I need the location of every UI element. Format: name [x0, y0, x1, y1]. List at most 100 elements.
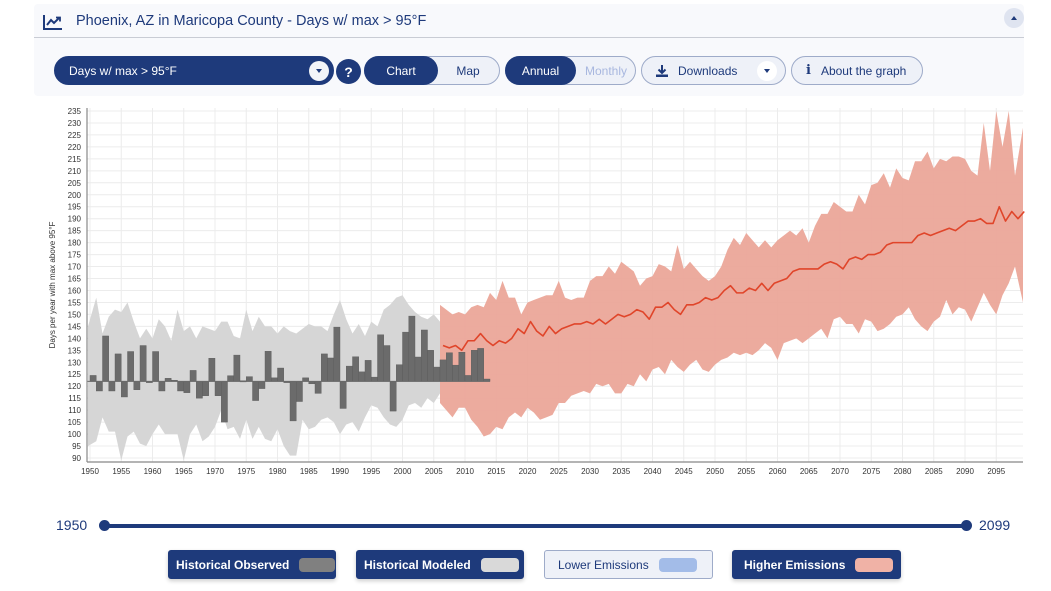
legend-swatch: [480, 557, 519, 572]
x-tick-label: 1975: [237, 467, 255, 476]
chart-area: 90 95 100 105 110 115 120 125 130 135 140 145 150 155…: [0, 100, 1051, 480]
y-tick-label: 210: [68, 167, 82, 176]
y-tick-label: 175: [68, 251, 82, 260]
observed-bar: [177, 381, 184, 392]
observed-bar: [439, 359, 447, 382]
observed-bar: [264, 351, 272, 382]
x-tick-label: 2000: [394, 467, 412, 476]
tab-monthly[interactable]: Monthly: [576, 57, 636, 84]
x-tick-label: 1985: [300, 467, 318, 476]
x-tick-label: 2085: [925, 467, 943, 476]
x-tick-label: 2040: [644, 467, 662, 476]
observed-bar: [221, 381, 228, 423]
y-tick-label: 165: [68, 275, 82, 284]
observed-bar: [233, 354, 241, 382]
y-tick-label: 90: [72, 454, 81, 463]
x-tick-label: 2020: [519, 467, 537, 476]
observed-bar: [427, 350, 434, 382]
slider-handle-end[interactable]: [961, 520, 972, 531]
page-title: Phoenix, AZ in Maricopa County - Days w/…: [76, 13, 427, 29]
observed-bar: [121, 381, 128, 398]
observed-bar: [346, 365, 353, 382]
y-tick-label: 180: [68, 239, 82, 248]
legend-label: Historical Modeled: [364, 557, 471, 572]
observed-bar: [339, 381, 347, 409]
observed-bar: [471, 350, 478, 382]
help-button[interactable]: ?: [336, 59, 361, 84]
legend-historical-modeled[interactable]: Historical Modeled: [356, 550, 524, 579]
observed-bar: [158, 381, 166, 392]
y-tick-label: 145: [68, 322, 82, 331]
bands: [88, 111, 1023, 461]
line-chart-icon: [43, 15, 62, 30]
observed-bar: [258, 381, 266, 389]
downloads-button[interactable]: Downloads: [641, 56, 786, 85]
y-tick-label: 115: [68, 394, 81, 403]
x-tick-label: 2065: [800, 467, 818, 476]
x-tick-label: 2075: [862, 467, 880, 476]
observed-bar: [414, 356, 422, 382]
observed-bar: [89, 375, 97, 382]
variable-select[interactable]: Days w/ max > 95°F: [54, 56, 334, 85]
observed-bar: [408, 315, 416, 382]
observed-bar: [446, 352, 453, 382]
x-tick-label: 1960: [144, 467, 162, 476]
y-tick-label: 225: [68, 131, 82, 140]
x-tick-label: 1950: [81, 467, 99, 476]
x-tick-label: 1995: [362, 467, 380, 476]
y-tick-label: 135: [68, 346, 82, 355]
y-tick-label: 155: [68, 298, 82, 307]
x-tick-label: 2005: [425, 467, 443, 476]
y-tick-label: 95: [72, 442, 81, 451]
legend-historical-observed[interactable]: Historical Observed: [168, 550, 336, 579]
observed-bar: [458, 352, 466, 382]
observed-bar: [208, 358, 216, 382]
x-tick-label: 1970: [206, 467, 224, 476]
x-tick-label: 2050: [706, 467, 724, 476]
observed-bar: [396, 364, 403, 382]
observed-bar: [189, 370, 197, 382]
observed-bar: [371, 376, 378, 382]
observed-bar: [464, 375, 472, 382]
legend-swatch: [658, 557, 697, 572]
x-tick-label: 2070: [831, 467, 849, 476]
x-tick-label: 2030: [581, 467, 599, 476]
y-tick-label: 125: [68, 370, 82, 379]
legend-higher-emissions[interactable]: Higher Emissions: [732, 550, 901, 579]
legend-lower-emissions[interactable]: Lower Emissions: [544, 550, 713, 579]
observed-bar: [477, 348, 484, 382]
y-tick-label: 205: [68, 179, 82, 188]
legend-label: Historical Observed: [176, 557, 290, 572]
observed-bar: [108, 381, 116, 392]
tab-map[interactable]: Map: [437, 57, 499, 84]
slider-min-label: 1950: [56, 517, 88, 533]
about-graph-button[interactable]: i About the graph: [791, 56, 923, 85]
title-row: Phoenix, AZ in Maricopa County - Days w/…: [34, 4, 1024, 38]
y-tick-label: 120: [68, 382, 82, 391]
y-tick-label: 230: [68, 119, 82, 128]
observed-bar: [452, 364, 459, 382]
observed-bar: [127, 351, 134, 382]
observed-bar: [202, 381, 209, 396]
observed-bar: [246, 376, 253, 382]
view-toggle: Chart Map: [364, 56, 500, 85]
observed-bar: [327, 357, 334, 382]
x-tick-label: 2090: [956, 467, 974, 476]
slider-track[interactable]: [104, 524, 966, 528]
y-tick-label: 215: [68, 155, 82, 164]
tab-chart[interactable]: Chart: [364, 56, 438, 85]
downloads-label: Downloads: [678, 63, 738, 78]
x-tick-label: 2010: [456, 467, 474, 476]
slider-handle-start[interactable]: [99, 520, 110, 531]
y-tick-label: 200: [68, 191, 82, 200]
x-tick-label: 2055: [737, 467, 755, 476]
y-tick-label: 100: [68, 430, 82, 439]
y-tick-label: 190: [68, 215, 82, 224]
collapse-button[interactable]: [1004, 8, 1024, 28]
observed-bar: [139, 345, 147, 382]
tab-annual[interactable]: Annual: [505, 56, 576, 85]
observed-bar: [421, 329, 428, 382]
observed-bar: [271, 377, 278, 382]
observed-bar: [96, 381, 103, 392]
observed-bar: [152, 351, 159, 382]
